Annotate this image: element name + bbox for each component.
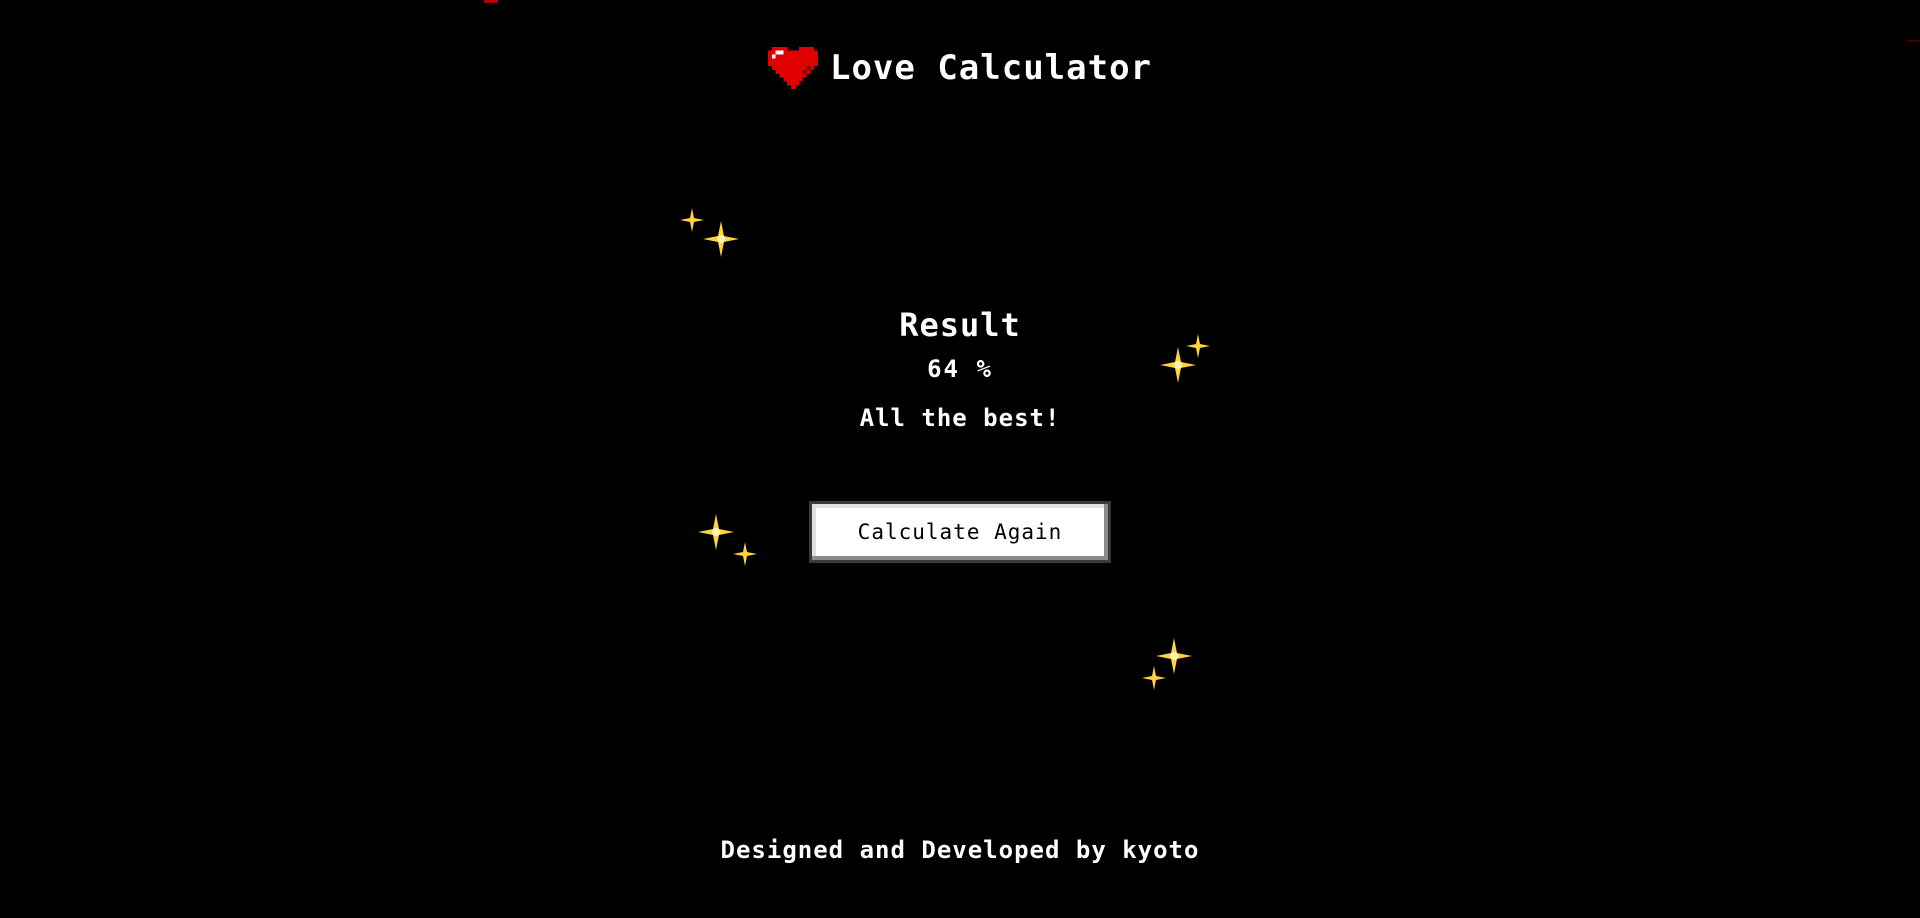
heart-icon xyxy=(767,46,818,90)
result-panel: Result 64 % All the best! xyxy=(0,300,1920,436)
result-message: All the best! xyxy=(859,404,1061,432)
top-edge-mark xyxy=(484,0,498,3)
app-header: Love Calculator xyxy=(0,46,1920,90)
calculate-again-button[interactable]: Calculate Again xyxy=(812,504,1108,560)
actions: Calculate Again xyxy=(0,504,1920,560)
app-title: Love Calculator xyxy=(829,48,1153,88)
result-heading: Result xyxy=(899,306,1021,344)
sparkle-icon xyxy=(1142,638,1192,690)
right-edge-mark xyxy=(1906,40,1920,42)
sparkle-icon xyxy=(680,208,739,257)
result-percentage: 64 % xyxy=(927,355,993,383)
footer-credit: Designed and Developed by kyoto xyxy=(720,836,1200,864)
